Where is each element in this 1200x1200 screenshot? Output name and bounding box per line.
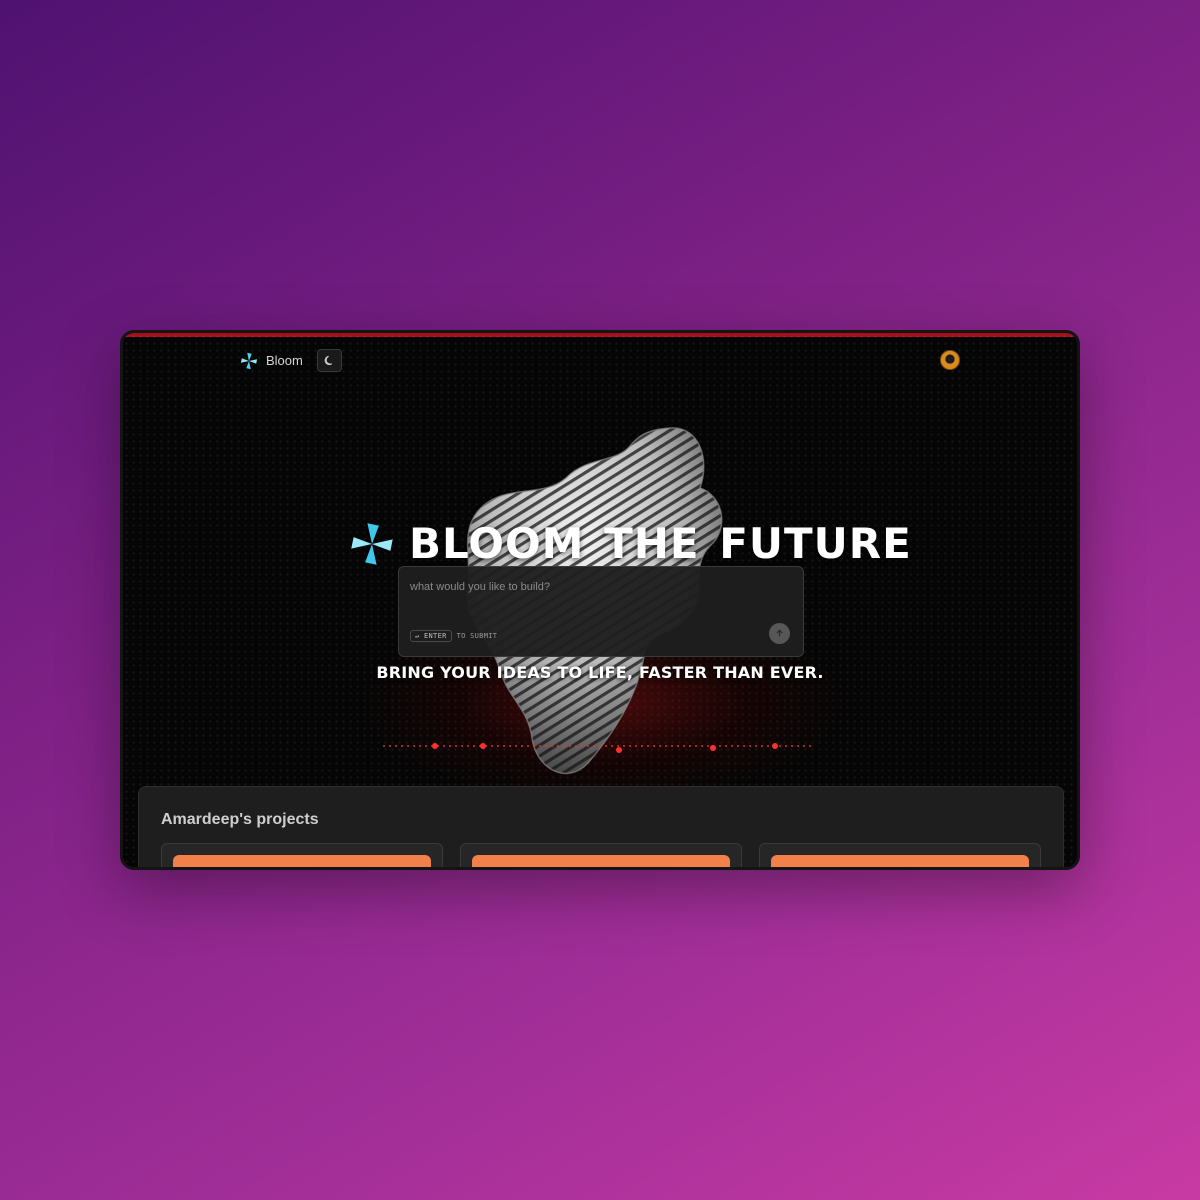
brand-name[interactable]: Bloom	[266, 353, 303, 368]
theme-toggle-button[interactable]	[316, 349, 342, 372]
prompt-box: ↵ ENTER TO SUBMIT	[398, 566, 804, 657]
hero-tagline: BRING YOUR IDEAS TO LIFE, FASTER THAN EV…	[376, 663, 824, 682]
project-card[interactable]	[460, 843, 742, 867]
project-card-thumbnail	[173, 855, 431, 867]
projects-panel: Amardeep's projects	[138, 786, 1064, 867]
bloom-logo-icon	[240, 352, 258, 369]
project-card[interactable]	[759, 843, 1041, 867]
arrow-up-icon	[776, 629, 783, 637]
moon-icon	[324, 355, 332, 366]
app-window: Bloom BLOOM THE FUTURE ↵ ENTER TO SUBMIT	[120, 330, 1080, 870]
hero-heading: BLOOM THE FUTURE	[349, 519, 912, 568]
enter-key-badge: ↵ ENTER	[410, 630, 452, 642]
project-card-thumbnail	[771, 855, 1029, 867]
project-card-thumbnail	[472, 855, 730, 867]
prompt-input[interactable]	[410, 581, 750, 593]
hero-title: BLOOM THE FUTURE	[409, 519, 912, 568]
submit-button[interactable]	[769, 623, 790, 644]
project-card[interactable]	[161, 843, 443, 867]
submit-hint-text: TO SUBMIT	[456, 632, 498, 640]
submit-hint: ↵ ENTER TO SUBMIT	[410, 630, 497, 642]
red-laser-line	[383, 743, 813, 753]
bloom-logo-large-icon	[351, 522, 393, 565]
user-avatar[interactable]	[940, 350, 960, 370]
brand-nav: Bloom	[240, 349, 342, 372]
projects-title: Amardeep's projects	[161, 811, 319, 828]
